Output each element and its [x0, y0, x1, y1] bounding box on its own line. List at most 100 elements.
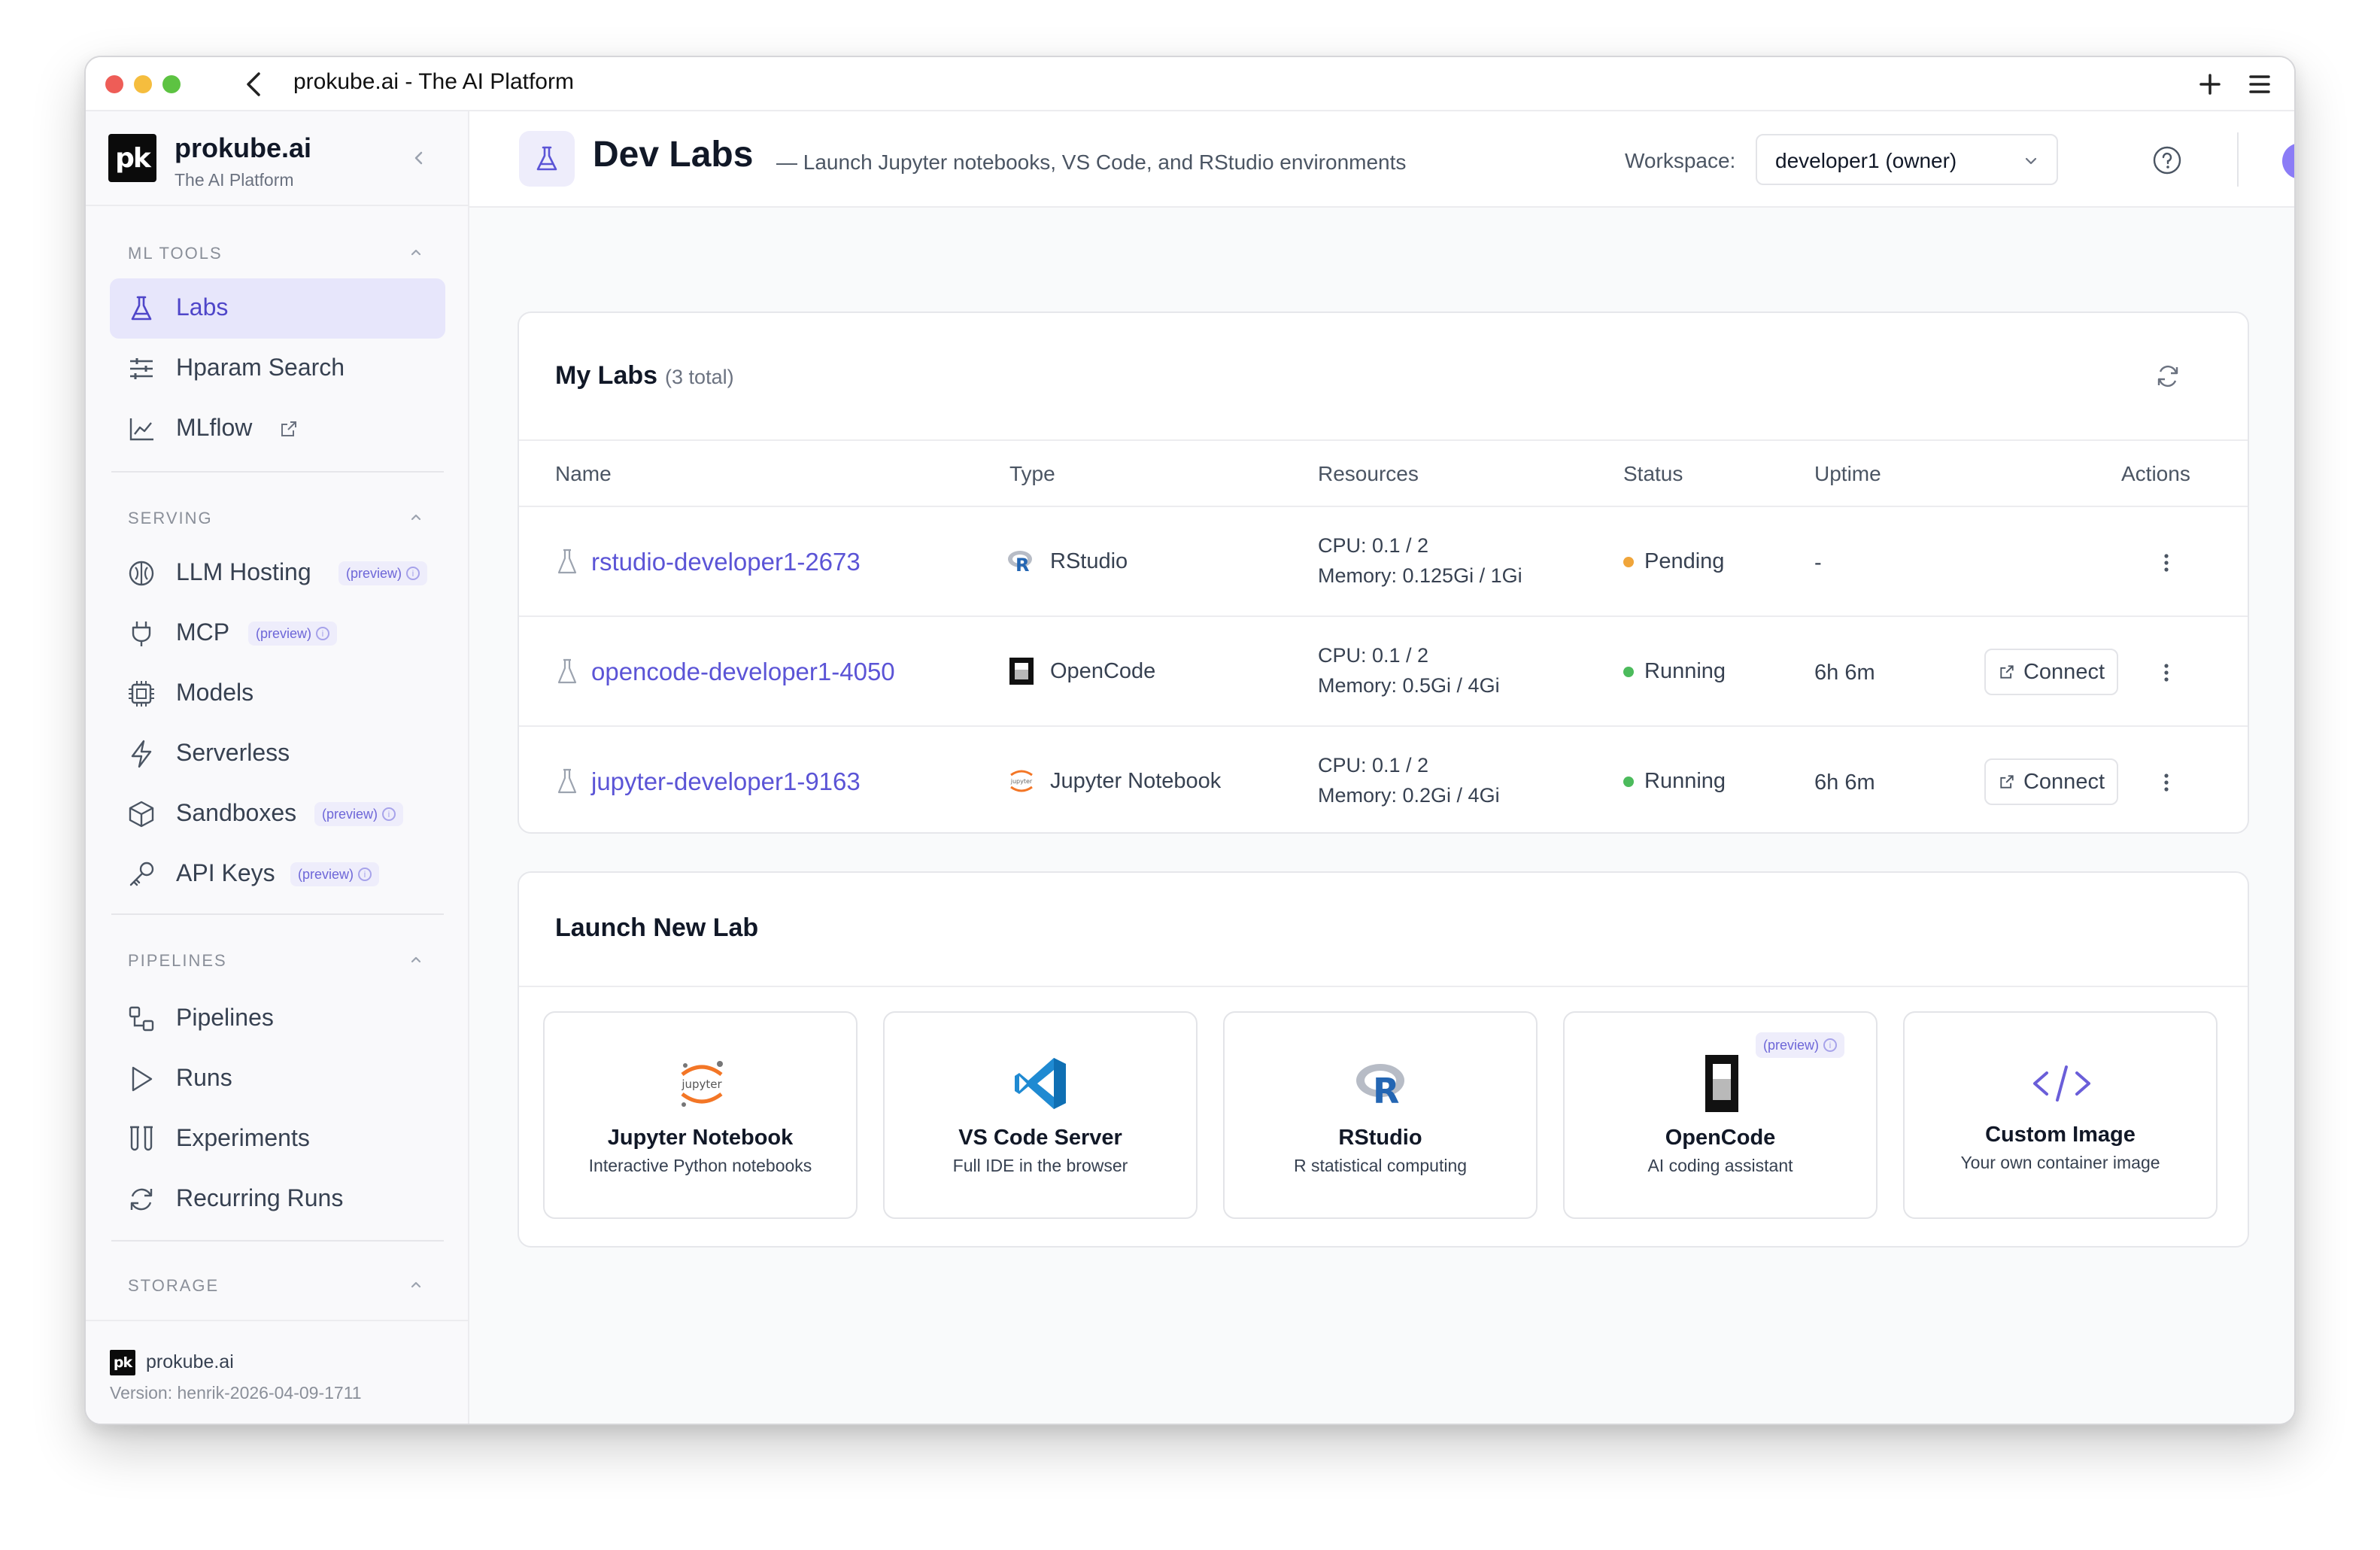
preview-badge: (preview) i	[290, 862, 380, 886]
chevron-down-icon	[2025, 157, 2037, 165]
flask-icon	[557, 658, 577, 684]
footer-logo: pk	[110, 1350, 135, 1375]
close-window-button[interactable]	[105, 75, 123, 93]
launch-tile-opencode[interactable]: (preview) i OpenCode AI coding assistant	[1563, 1011, 1878, 1219]
launch-tile-custom-image[interactable]: Custom Image Your own container image	[1903, 1011, 2218, 1219]
version-text: Version: henrik-2026-04-09-1711	[110, 1383, 362, 1403]
external-link-icon	[2000, 665, 2014, 679]
sidebar-item-runs[interactable]: Runs	[110, 1049, 445, 1109]
collapse-sidebar-icon[interactable]	[408, 144, 430, 172]
svg-text:jupyter: jupyter	[1010, 778, 1033, 785]
opencode-icon	[1705, 1055, 1738, 1112]
my-labs-title: My Labs (3 total)	[555, 361, 734, 390]
tile-title: OpenCode	[1665, 1126, 1776, 1150]
memory-usage: Memory: 0.125Gi / 1Gi	[1318, 564, 1522, 587]
sidebar-item-label: API Keys	[176, 859, 275, 886]
section-label-ml-tools: ML TOOLS	[128, 244, 223, 263]
brand-name: prokube.ai	[175, 132, 312, 163]
more-options-icon[interactable]	[2151, 548, 2181, 578]
sidebar-item-llm-hosting[interactable]: LLM Hosting (preview) i	[110, 543, 445, 603]
tile-description: Interactive Python notebooks	[588, 1156, 812, 1175]
svg-text:R: R	[1015, 555, 1029, 576]
sliders-icon	[130, 358, 153, 379]
labs-count: (3 total)	[665, 366, 734, 388]
info-icon: i	[358, 868, 372, 881]
jupyter-icon: jupyter	[681, 1061, 723, 1107]
info-icon: i	[1823, 1038, 1838, 1052]
more-options-icon[interactable]	[2151, 767, 2181, 798]
divider	[86, 1320, 468, 1321]
sidebar-item-recurring-runs[interactable]: Recurring Runs	[110, 1169, 445, 1229]
sidebar-item-mcp[interactable]: MCP (preview) i	[110, 603, 445, 664]
sidebar-item-label: Hparam Search	[176, 354, 345, 381]
sidebar-item-label: Models	[176, 679, 254, 706]
cpu-usage: CPU: 0.1 / 2	[1318, 754, 1429, 777]
external-link-icon	[2000, 775, 2014, 789]
sidebar-item-sandboxes[interactable]: Sandboxes (preview) i	[110, 784, 445, 844]
sidebar-item-api-keys[interactable]: API Keys (preview) i	[110, 844, 445, 904]
lab-name-link[interactable]: opencode-developer1-4050	[591, 658, 895, 686]
workspace-label: Workspace:	[1625, 149, 1736, 172]
lab-name-link[interactable]: rstudio-developer1-2673	[591, 548, 861, 576]
menu-icon[interactable]	[2243, 68, 2276, 101]
chevron-up-icon[interactable]	[405, 948, 427, 971]
chevron-up-icon[interactable]	[405, 241, 427, 263]
sidebar-item-models[interactable]: Models	[110, 664, 445, 724]
table-header: Name Type Resources Status Uptime Action…	[519, 439, 2248, 507]
sidebar-item-label: Recurring Runs	[176, 1184, 344, 1211]
memory-usage: Memory: 0.5Gi / 4Gi	[1318, 674, 1500, 697]
sidebar-item-experiments[interactable]: Experiments	[110, 1109, 445, 1169]
column-header-resources: Resources	[1318, 462, 1419, 485]
avatar[interactable]: D	[2282, 143, 2294, 179]
my-labs-card: My Labs (3 total) Name Type Resources Sta…	[518, 312, 2249, 834]
divider	[111, 913, 444, 915]
launch-tile-jupyter[interactable]: jupyter Jupyter Notebook Interactive Pyt…	[543, 1011, 858, 1219]
status-dot	[1623, 667, 1634, 677]
tile-title: RStudio	[1338, 1126, 1422, 1150]
sidebar-item-mlflow[interactable]: MLflow	[110, 399, 445, 459]
more-options-icon[interactable]	[2151, 658, 2181, 688]
sidebar-item-label: Labs	[176, 293, 229, 321]
tile-title: Custom Image	[1985, 1123, 2136, 1147]
preview-badge: (preview) i	[1756, 1032, 1845, 1058]
footer-brand-name: prokube.ai	[146, 1351, 234, 1372]
lab-name-link[interactable]: jupyter-developer1-9163	[591, 767, 861, 796]
cpu-icon	[129, 681, 154, 707]
connect-button[interactable]: Connect	[1984, 649, 2118, 695]
brand-subtitle: The AI Platform	[175, 170, 294, 190]
back-arrow-icon[interactable]	[239, 68, 269, 101]
preview-badge: (preview) i	[248, 622, 338, 646]
brain-icon	[129, 561, 154, 586]
refresh-icon[interactable]	[2154, 363, 2181, 390]
new-tab-icon[interactable]	[2193, 66, 2227, 102]
chevron-up-icon[interactable]	[405, 506, 427, 528]
column-header-uptime: Uptime	[1814, 462, 1881, 485]
help-icon[interactable]	[2151, 144, 2183, 176]
sidebar: pk prokube.ai The AI Platform ML TOOLS L…	[86, 111, 469, 1424]
status-text: Running	[1644, 769, 1726, 793]
workspace-select[interactable]: developer1 (owner)	[1756, 134, 2058, 185]
table-row: rstudio-developer1-2673 R RStudio CPU: 0…	[519, 507, 2248, 617]
tile-description: R statistical computing	[1293, 1156, 1468, 1175]
sidebar-item-pipelines[interactable]: Pipelines	[110, 989, 445, 1049]
launch-tile-vscode[interactable]: VS Code Server Full IDE in the browser	[883, 1011, 1198, 1219]
maximize-window-button[interactable]	[162, 75, 181, 93]
launch-new-lab-card: Launch New Lab jupyter Jupyter Notebook …	[518, 871, 2249, 1248]
sidebar-item-labs[interactable]: Labs	[110, 278, 445, 339]
info-icon: i	[316, 627, 330, 640]
flask-icon	[536, 146, 557, 171]
launch-tile-rstudio[interactable]: R RStudio R statistical computing	[1223, 1011, 1538, 1219]
key-icon	[129, 862, 154, 886]
sidebar-item-hparam-search[interactable]: Hparam Search	[110, 339, 445, 399]
code-brackets-icon	[2033, 1065, 2090, 1102]
plug-icon	[132, 622, 151, 646]
tile-description: AI coding assistant	[1647, 1156, 1793, 1175]
table-row: jupyter-developer1-9163 jupyter Jupyter …	[519, 727, 2248, 837]
chevron-up-icon[interactable]	[405, 1273, 427, 1296]
minimize-window-button[interactable]	[134, 75, 152, 93]
connect-button[interactable]: Connect	[1984, 758, 2118, 805]
section-label-storage: STORAGE	[128, 1276, 220, 1295]
lab-type: OpenCode	[1050, 659, 1156, 683]
info-icon: i	[382, 807, 396, 821]
sidebar-item-serverless[interactable]: Serverless	[110, 724, 445, 784]
